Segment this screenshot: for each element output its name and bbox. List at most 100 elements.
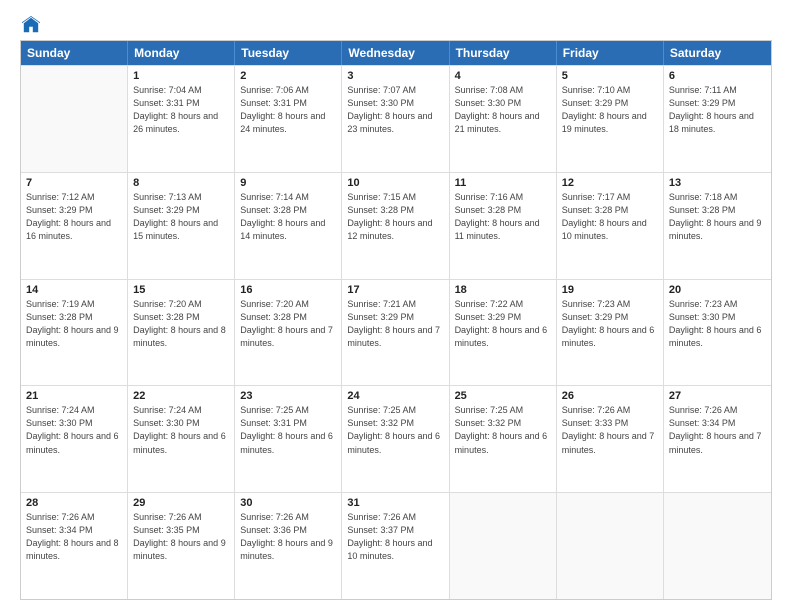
- calendar-day-header: Monday: [128, 41, 235, 65]
- calendar-cell: 24 Sunrise: 7:25 AMSunset: 3:32 PMDayligh…: [342, 386, 449, 492]
- calendar-cell: 12 Sunrise: 7:17 AMSunset: 3:28 PMDayligh…: [557, 173, 664, 279]
- calendar-cell: 18Sunrise: 7:22 AMSunset: 3:29 PMDayligh…: [450, 280, 557, 386]
- calendar-cell: 11 Sunrise: 7:16 AMSunset: 3:28 PMDayligh…: [450, 173, 557, 279]
- sun-info: Sunrise: 7:26 AMSunset: 3:36 PMDaylight:…: [240, 511, 336, 563]
- calendar-week-row: 21 Sunrise: 7:24 AMSunset: 3:30 PMDayligh…: [21, 385, 771, 492]
- day-number: 20: [669, 284, 766, 296]
- calendar-cell: 21 Sunrise: 7:24 AMSunset: 3:30 PMDayligh…: [21, 386, 128, 492]
- sun-info: Sunrise: 7:24 AMSunset: 3:30 PMDaylight:…: [26, 404, 122, 456]
- calendar-cell: 13 Sunrise: 7:18 AMSunset: 3:28 PMDayligh…: [664, 173, 771, 279]
- day-number: 22: [133, 390, 229, 402]
- calendar-cell: 17Sunrise: 7:21 AMSunset: 3:29 PMDayligh…: [342, 280, 449, 386]
- sun-info: Sunrise: 7:07 AMSunset: 3:30 PMDaylight:…: [347, 84, 443, 136]
- calendar-cell: 14 Sunrise: 7:19 AMSunset: 3:28 PMDayligh…: [21, 280, 128, 386]
- day-number: 27: [669, 390, 766, 402]
- calendar-cell: 4Sunrise: 7:08 AMSunset: 3:30 PMDaylight…: [450, 66, 557, 172]
- calendar-cell: 23 Sunrise: 7:25 AMSunset: 3:31 PMDayligh…: [235, 386, 342, 492]
- calendar-cell: [664, 493, 771, 599]
- calendar-cell: 3 Sunrise: 7:07 AMSunset: 3:30 PMDaylight…: [342, 66, 449, 172]
- sun-info: Sunrise: 7:26 AMSunset: 3:37 PMDaylight:…: [347, 511, 443, 563]
- calendar-cell: 22 Sunrise: 7:24 AMSunset: 3:30 PMDayligh…: [128, 386, 235, 492]
- sun-info: Sunrise: 7:25 AMSunset: 3:31 PMDaylight:…: [240, 404, 336, 456]
- sun-info: Sunrise: 7:16 AMSunset: 3:28 PMDaylight:…: [455, 191, 551, 243]
- sun-info: Sunrise: 7:24 AMSunset: 3:30 PMDaylight:…: [133, 404, 229, 456]
- day-number: 7: [26, 177, 122, 189]
- sun-info: Sunrise: 7:22 AMSunset: 3:29 PMDaylight:…: [455, 298, 551, 350]
- day-number: 28: [26, 497, 122, 509]
- day-number: 6: [669, 70, 766, 82]
- sun-info: Sunrise: 7:13 AMSunset: 3:29 PMDaylight:…: [133, 191, 229, 243]
- sun-info: Sunrise: 7:26 AMSunset: 3:35 PMDaylight:…: [133, 511, 229, 563]
- sun-info: Sunrise: 7:20 AMSunset: 3:28 PMDaylight:…: [133, 298, 229, 350]
- sun-info: Sunrise: 7:26 AMSunset: 3:34 PMDaylight:…: [669, 404, 766, 456]
- day-number: 24: [347, 390, 443, 402]
- day-number: 21: [26, 390, 122, 402]
- sun-info: Sunrise: 7:11 AMSunset: 3:29 PMDaylight:…: [669, 84, 766, 136]
- calendar-cell: 8Sunrise: 7:13 AMSunset: 3:29 PMDaylight…: [128, 173, 235, 279]
- sun-info: Sunrise: 7:19 AMSunset: 3:28 PMDaylight:…: [26, 298, 122, 350]
- day-number: 25: [455, 390, 551, 402]
- day-number: 5: [562, 70, 658, 82]
- sun-info: Sunrise: 7:25 AMSunset: 3:32 PMDaylight:…: [455, 404, 551, 456]
- calendar-cell: 27 Sunrise: 7:26 AMSunset: 3:34 PMDayligh…: [664, 386, 771, 492]
- day-number: 23: [240, 390, 336, 402]
- day-number: 10: [347, 177, 443, 189]
- calendar-week-row: 7 Sunrise: 7:12 AMSunset: 3:29 PMDaylight…: [21, 172, 771, 279]
- day-number: 2: [240, 70, 336, 82]
- sun-info: Sunrise: 7:17 AMSunset: 3:28 PMDaylight:…: [562, 191, 658, 243]
- sun-info: Sunrise: 7:21 AMSunset: 3:29 PMDaylight:…: [347, 298, 443, 350]
- day-number: 11: [455, 177, 551, 189]
- calendar-cell: 28Sunrise: 7:26 AMSunset: 3:34 PMDayligh…: [21, 493, 128, 599]
- calendar-day-header: Thursday: [450, 41, 557, 65]
- day-number: 13: [669, 177, 766, 189]
- day-number: 4: [455, 70, 551, 82]
- calendar-cell: 30 Sunrise: 7:26 AMSunset: 3:36 PMDayligh…: [235, 493, 342, 599]
- sun-info: Sunrise: 7:25 AMSunset: 3:32 PMDaylight:…: [347, 404, 443, 456]
- calendar-cell: 9Sunrise: 7:14 AMSunset: 3:28 PMDaylight…: [235, 173, 342, 279]
- sun-info: Sunrise: 7:23 AMSunset: 3:29 PMDaylight:…: [562, 298, 658, 350]
- day-number: 14: [26, 284, 122, 296]
- day-number: 16: [240, 284, 336, 296]
- calendar-cell: 7 Sunrise: 7:12 AMSunset: 3:29 PMDaylight…: [21, 173, 128, 279]
- calendar-week-row: 28Sunrise: 7:26 AMSunset: 3:34 PMDayligh…: [21, 492, 771, 599]
- calendar-header: SundayMondayTuesdayWednesdayThursdayFrid…: [21, 41, 771, 65]
- calendar-cell: 5 Sunrise: 7:10 AMSunset: 3:29 PMDaylight…: [557, 66, 664, 172]
- calendar-week-row: 1 Sunrise: 7:04 AMSunset: 3:31 PMDaylight…: [21, 65, 771, 172]
- calendar-cell: 25 Sunrise: 7:25 AMSunset: 3:32 PMDayligh…: [450, 386, 557, 492]
- page: SundayMondayTuesdayWednesdayThursdayFrid…: [0, 0, 792, 612]
- calendar-cell: [450, 493, 557, 599]
- calendar-cell: [557, 493, 664, 599]
- calendar-cell: 20 Sunrise: 7:23 AMSunset: 3:30 PMDayligh…: [664, 280, 771, 386]
- calendar-cell: 16 Sunrise: 7:20 AMSunset: 3:28 PMDayligh…: [235, 280, 342, 386]
- logo: [20, 16, 40, 32]
- calendar: SundayMondayTuesdayWednesdayThursdayFrid…: [20, 40, 772, 600]
- sun-info: Sunrise: 7:12 AMSunset: 3:29 PMDaylight:…: [26, 191, 122, 243]
- calendar-body: 1 Sunrise: 7:04 AMSunset: 3:31 PMDaylight…: [21, 65, 771, 599]
- calendar-cell: 6 Sunrise: 7:11 AMSunset: 3:29 PMDaylight…: [664, 66, 771, 172]
- sun-info: Sunrise: 7:15 AMSunset: 3:28 PMDaylight:…: [347, 191, 443, 243]
- sun-info: Sunrise: 7:23 AMSunset: 3:30 PMDaylight:…: [669, 298, 766, 350]
- sun-info: Sunrise: 7:14 AMSunset: 3:28 PMDaylight:…: [240, 191, 336, 243]
- calendar-day-header: Sunday: [21, 41, 128, 65]
- calendar-week-row: 14 Sunrise: 7:19 AMSunset: 3:28 PMDayligh…: [21, 279, 771, 386]
- sun-info: Sunrise: 7:20 AMSunset: 3:28 PMDaylight:…: [240, 298, 336, 350]
- header: [20, 16, 772, 32]
- calendar-cell: 29Sunrise: 7:26 AMSunset: 3:35 PMDayligh…: [128, 493, 235, 599]
- day-number: 15: [133, 284, 229, 296]
- day-number: 19: [562, 284, 658, 296]
- day-number: 12: [562, 177, 658, 189]
- sun-info: Sunrise: 7:18 AMSunset: 3:28 PMDaylight:…: [669, 191, 766, 243]
- day-number: 30: [240, 497, 336, 509]
- calendar-day-header: Saturday: [664, 41, 771, 65]
- day-number: 26: [562, 390, 658, 402]
- calendar-cell: 10 Sunrise: 7:15 AMSunset: 3:28 PMDayligh…: [342, 173, 449, 279]
- logo-icon: [22, 16, 40, 34]
- day-number: 1: [133, 70, 229, 82]
- calendar-day-header: Friday: [557, 41, 664, 65]
- calendar-cell: 15 Sunrise: 7:20 AMSunset: 3:28 PMDayligh…: [128, 280, 235, 386]
- calendar-cell: 31 Sunrise: 7:26 AMSunset: 3:37 PMDayligh…: [342, 493, 449, 599]
- day-number: 31: [347, 497, 443, 509]
- sun-info: Sunrise: 7:10 AMSunset: 3:29 PMDaylight:…: [562, 84, 658, 136]
- day-number: 3: [347, 70, 443, 82]
- sun-info: Sunrise: 7:04 AMSunset: 3:31 PMDaylight:…: [133, 84, 229, 136]
